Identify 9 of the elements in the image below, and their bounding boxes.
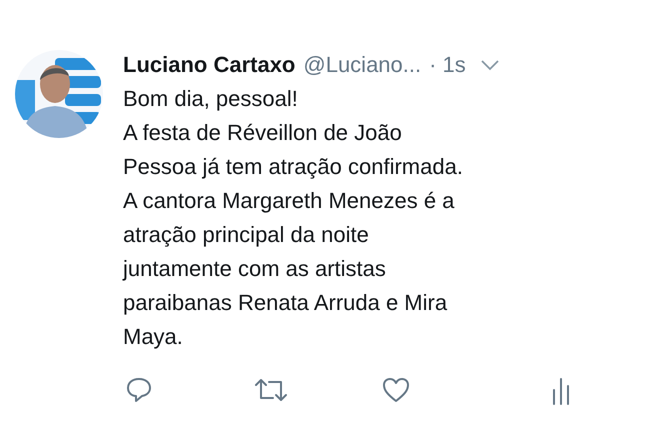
user-name[interactable]: Luciano Cartaxo (123, 52, 296, 78)
retweet-icon[interactable] (253, 376, 289, 404)
chevron-down-icon[interactable] (480, 59, 500, 71)
user-handle: @Luciano... (303, 52, 422, 78)
speech-bubble-icon[interactable] (125, 376, 153, 404)
tweet-text: Bom dia, pessoal! A festa de Réveillon de João Pessoa já tem atração confirmada. A cantora Margareth Menezes é a atração principal da noite juntamente com as artistas paraibanas Renata Arruda e Mira Maya. (123, 85, 464, 351)
heart-icon[interactable] (381, 376, 411, 404)
bar-chart-icon[interactable] (551, 376, 571, 406)
timestamp[interactable]: · 1s (429, 52, 466, 78)
